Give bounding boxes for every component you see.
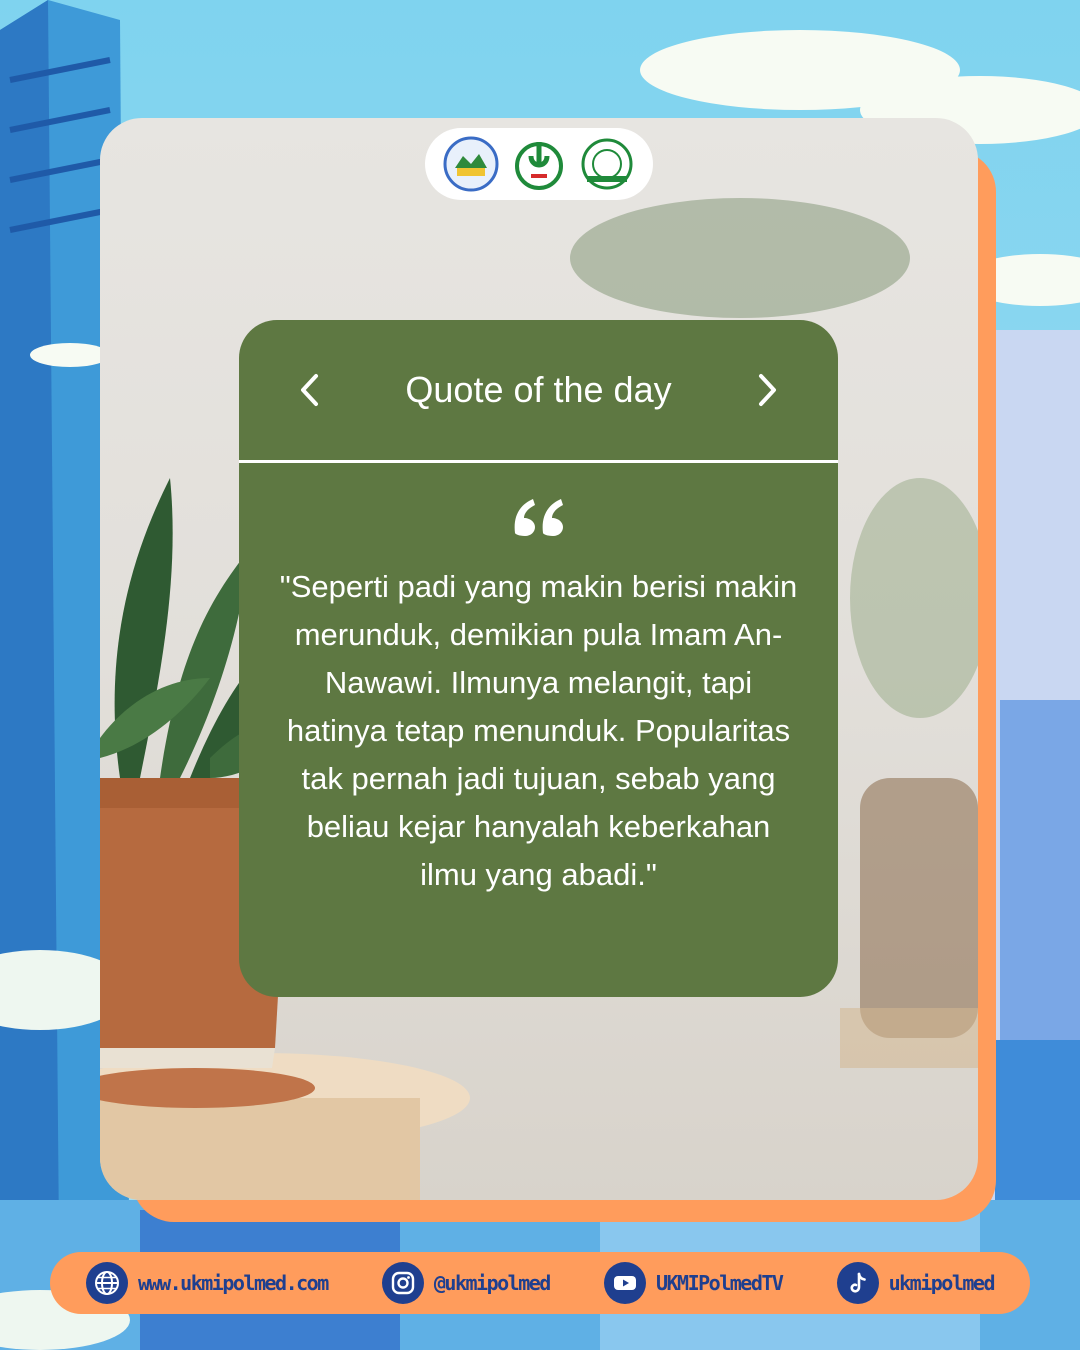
instagram-link[interactable]: @ukmipolmed: [381, 1262, 551, 1304]
institution-logo-3-icon: [581, 138, 633, 190]
chevron-left-icon[interactable]: [295, 370, 323, 410]
youtube-label: UKMIPolmedTV: [655, 1271, 784, 1295]
quote-mark-icon: [239, 497, 838, 537]
quote-title: Quote of the day: [405, 369, 672, 410]
website-link[interactable]: www.ukmipolmed.com: [86, 1262, 329, 1304]
instagram-label: @ukmipolmed: [433, 1271, 551, 1295]
tiktok-link[interactable]: ukmipolmed: [836, 1262, 996, 1304]
institution-logo-2-icon: [515, 142, 563, 190]
quote-header: Quote of the day: [239, 320, 838, 463]
tiktok-icon: [836, 1262, 879, 1304]
chevron-right-icon[interactable]: [754, 370, 782, 410]
globe-icon: [86, 1262, 128, 1304]
youtube-link[interactable]: UKMIPolmedTV: [603, 1262, 784, 1304]
quote-card: Quote of the day "Seperti padi yang maki…: [239, 320, 838, 997]
tiktok-label: ukmipolmed: [888, 1271, 996, 1295]
website-label: www.ukmipolmed.com: [138, 1271, 329, 1295]
youtube-icon: [603, 1262, 646, 1304]
social-footer: www.ukmipolmed.com @ukmipolmed UKMIPolme…: [50, 1252, 1030, 1314]
instagram-icon: [381, 1262, 424, 1304]
institution-logo-1-icon: [443, 136, 499, 192]
quote-text: "Seperti padi yang makin berisi makin me…: [279, 569, 798, 892]
logo-pill: [425, 128, 653, 200]
